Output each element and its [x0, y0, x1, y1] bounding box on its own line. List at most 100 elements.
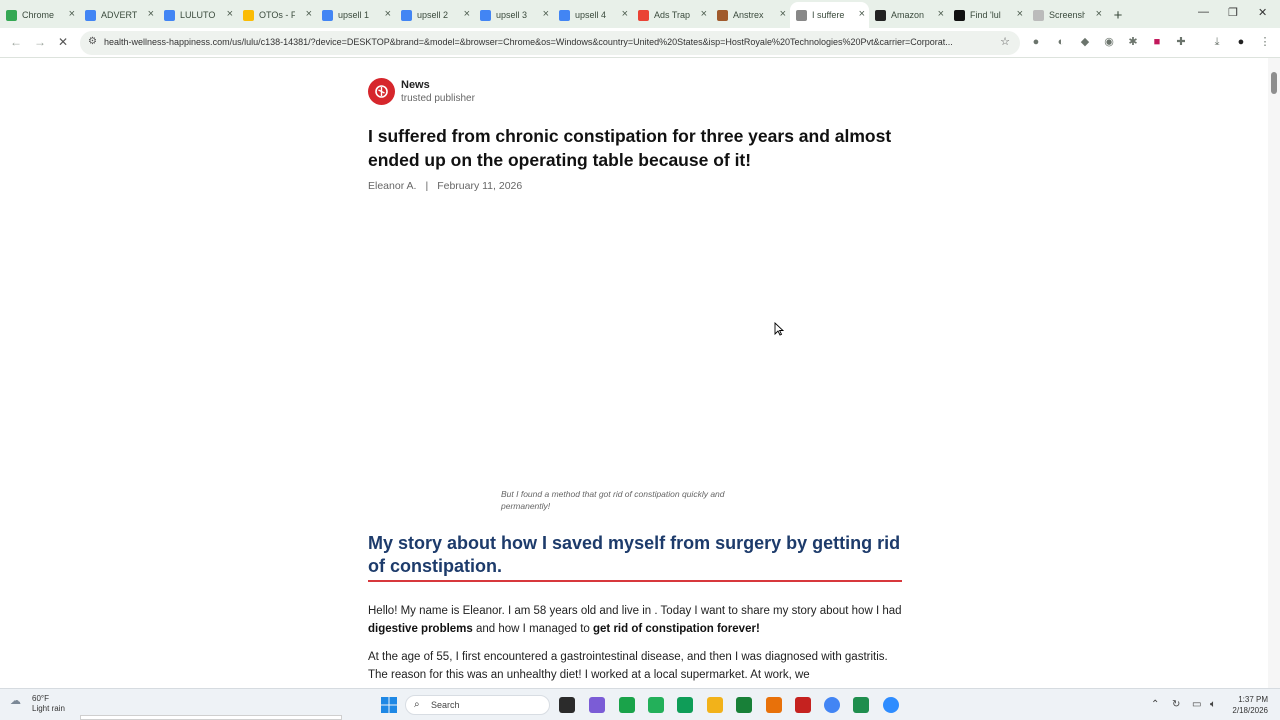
tab-favicon-icon: [6, 10, 17, 21]
tab-label: Screensh: [1049, 10, 1085, 20]
teams-icon[interactable]: [589, 697, 605, 713]
browser-tab[interactable]: LULUTO ×: [158, 2, 237, 28]
tab-favicon-icon: [243, 10, 254, 21]
tab-close-icon[interactable]: ×: [543, 8, 549, 20]
url-text: health-wellness-happiness.com/us/lulu/c1…: [104, 37, 953, 47]
browser-tab[interactable]: Screensh ×: [1027, 2, 1106, 28]
publish-date: February 11, 2026: [437, 180, 523, 192]
restore-icon[interactable]: ❐: [1228, 6, 1238, 19]
tab-strip: Chrome × ADVERTI × LULUTO × OTOs - F × upsell 1 ×…: [0, 0, 1280, 28]
system-clock[interactable]: 1:37 PM 2/18/2026: [1232, 694, 1268, 716]
task-view-icon[interactable]: [559, 697, 575, 713]
tab-close-icon[interactable]: ×: [701, 8, 707, 20]
tab-close-icon[interactable]: ×: [1096, 8, 1102, 20]
article-paragraph: At the age of 55, I first encountered a …: [368, 651, 888, 681]
web-page: News trusted publisher I suffered from c…: [0, 58, 1268, 688]
bookmark-star-icon[interactable]: ☆: [1000, 35, 1010, 48]
tab-close-icon[interactable]: ×: [464, 8, 470, 20]
weather-condition: Light rain: [32, 704, 65, 713]
sheets-icon[interactable]: [736, 697, 752, 713]
site-info-icon[interactable]: ⚙: [88, 36, 97, 47]
windows-start-icon[interactable]: [381, 697, 397, 713]
weather-widget[interactable]: ☁ 60°F Light rain: [10, 694, 65, 714]
browser-tab[interactable]: Chrome ×: [0, 2, 79, 28]
address-bar[interactable]: ⚙ health-wellness-happiness.com/us/lulu/…: [80, 31, 1020, 55]
tab-favicon-icon: [954, 10, 965, 21]
tab-close-icon[interactable]: ×: [385, 8, 391, 20]
close-window-icon[interactable]: ✕: [1258, 6, 1267, 19]
tab-label: upsell 1: [338, 10, 370, 20]
browser-tab[interactable]: OTOs - F ×: [237, 2, 316, 28]
monitor-icon[interactable]: ▭: [1192, 699, 1201, 710]
sync-icon[interactable]: ↻: [1172, 699, 1180, 710]
browser-tab[interactable]: upsell 2 ×: [395, 2, 474, 28]
minimize-icon[interactable]: —: [1198, 6, 1209, 18]
app-ca-icon[interactable]: [853, 697, 869, 713]
tab-label: Find 'lul: [970, 10, 1001, 20]
article-headline: I suffered from chronic constipation for…: [368, 126, 892, 170]
tab-close-icon[interactable]: ×: [938, 8, 944, 20]
tab-label: LULUTO: [180, 10, 216, 20]
paragraph-text: Hello! My name is Eleanor. I am 58 years…: [368, 605, 902, 617]
tab-close-icon[interactable]: ×: [1017, 8, 1023, 20]
page-scrollbar[interactable]: [1268, 58, 1280, 688]
menu-icon[interactable]: ⋮: [1259, 36, 1271, 48]
tab-label: Chrome: [22, 10, 55, 20]
tab-favicon-icon: [559, 10, 570, 21]
extension-icon[interactable]: ✱: [1127, 36, 1139, 48]
paragraph-bold: get rid of constipation forever!: [593, 622, 760, 635]
taskbar-search[interactable]: ⌕ Search: [405, 695, 550, 715]
app-k-icon[interactable]: [619, 697, 635, 713]
app-hex-icon[interactable]: [648, 697, 664, 713]
browser-tab[interactable]: upsell 4 ×: [553, 2, 632, 28]
tab-label: Ads Trap: [654, 10, 690, 20]
tab-close-icon[interactable]: ×: [780, 8, 786, 20]
browser-tab[interactable]: Anstrex ×: [711, 2, 790, 28]
tab-close-icon[interactable]: ×: [227, 8, 233, 20]
back-icon[interactable]: ←: [10, 35, 22, 49]
browser-tab[interactable]: Amazon ×: [869, 2, 948, 28]
extension-icon[interactable]: ●: [1030, 36, 1042, 48]
search-icon: ⌕: [414, 699, 420, 710]
paragraph-bold: digestive problems: [368, 622, 473, 635]
zoom-icon[interactable]: [883, 697, 899, 713]
file-explorer-icon[interactable]: [707, 697, 723, 713]
browser-tab[interactable]: ADVERTI ×: [79, 2, 158, 28]
search-placeholder: Search: [431, 700, 460, 710]
tab-favicon-icon: [322, 10, 333, 21]
tab-favicon-icon: [401, 10, 412, 21]
chevron-up-icon[interactable]: ⌃: [1151, 699, 1159, 710]
extension-icon[interactable]: ◐: [1055, 36, 1067, 48]
extension-icon[interactable]: ◆: [1079, 36, 1091, 48]
volume-icon[interactable]: 🔈︎: [1210, 699, 1216, 710]
new-tab-button[interactable]: +: [1106, 2, 1130, 28]
app-notification-icon[interactable]: [795, 697, 811, 713]
browser-tab[interactable]: upsell 3 ×: [474, 2, 553, 28]
browser-tab[interactable]: Find 'lul ×: [948, 2, 1027, 28]
browser-tab[interactable]: Ads Trap ×: [632, 2, 711, 28]
chrome-icon[interactable]: [824, 697, 840, 713]
image-caption: But I found a method that got rid of con…: [501, 489, 725, 511]
popup-strip: [80, 715, 342, 720]
tab-close-icon[interactable]: ×: [148, 8, 154, 20]
tab-close-icon[interactable]: ×: [306, 8, 312, 20]
tab-close-icon[interactable]: ×: [69, 8, 75, 20]
tab-favicon-icon: [164, 10, 175, 21]
browser-tab[interactable]: I suffere ×: [790, 2, 869, 28]
stop-loading-icon[interactable]: ✕: [58, 35, 68, 49]
forward-icon[interactable]: →: [34, 35, 46, 49]
app-transfer-icon[interactable]: [766, 697, 782, 713]
weather-temp: 60°F: [32, 694, 49, 703]
download-extension-icon[interactable]: ■: [1151, 36, 1163, 48]
scrollbar-thumb[interactable]: [1271, 72, 1277, 94]
tab-close-icon[interactable]: ×: [622, 8, 628, 20]
app-infinity-icon[interactable]: [677, 697, 693, 713]
camera-icon[interactable]: ◉: [1103, 36, 1115, 48]
puzzle-icon[interactable]: ✚: [1175, 36, 1187, 48]
download-icon[interactable]: ⤓: [1211, 36, 1223, 48]
publisher-logo[interactable]: [368, 78, 395, 105]
tab-close-icon[interactable]: ×: [859, 8, 865, 20]
profile-avatar-icon[interactable]: ●: [1235, 36, 1247, 48]
browser-tab[interactable]: upsell 1 ×: [316, 2, 395, 28]
publisher-tagline: trusted publisher: [401, 93, 475, 104]
